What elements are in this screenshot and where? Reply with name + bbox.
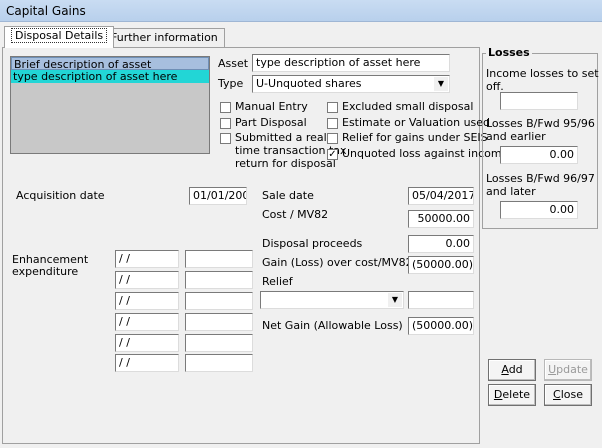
enhancement-amount-1[interactable]	[185, 250, 253, 268]
disposal-proceeds-input[interactable]: 0.00	[408, 235, 474, 253]
enhancement-label-line2: expenditure	[12, 265, 79, 278]
enhancement-date-5[interactable]: / /	[115, 334, 179, 352]
submitted-rtt-checkbox[interactable]	[220, 133, 231, 144]
losses-title: Losses	[486, 46, 532, 59]
net-gain-value: (50000.00)	[408, 317, 474, 335]
estimate-valuation-checkbox[interactable]	[327, 118, 338, 129]
relief-select[interactable]: ▼	[260, 291, 404, 309]
bfwd-9596-label-line2: and earlier	[486, 130, 546, 143]
checkmark-icon: ✓	[328, 149, 337, 160]
bfwd-9596-input[interactable]: 0.00	[500, 146, 578, 164]
tab-further-information[interactable]: Further information	[104, 28, 225, 48]
enhancement-amount-5[interactable]	[185, 334, 253, 352]
asset-list-item[interactable]: type description of asset here	[11, 70, 209, 83]
bfwd-9697-label-line1: Losses B/Fwd 96/97	[486, 172, 595, 185]
window-title: Capital Gains	[6, 4, 86, 18]
relief-seis-checkbox[interactable]	[327, 133, 338, 144]
manual-entry-checkbox[interactable]	[220, 102, 231, 113]
add-button-accel: A	[501, 363, 509, 376]
close-button[interactable]: Close	[544, 384, 592, 406]
update-button-label: pdate	[556, 363, 588, 376]
delete-button-label: elete	[502, 388, 531, 401]
add-button-label: dd	[508, 363, 523, 376]
relief-seis-label: Relief for gains under SEIS	[342, 131, 488, 144]
gain-loss-label: Gain (Loss) over cost/MV82	[262, 256, 413, 269]
enhancement-date-6[interactable]: / /	[115, 354, 179, 372]
bfwd-9596-label-line1: Losses B/Fwd 95/96	[486, 117, 595, 130]
part-disposal-checkbox[interactable]	[220, 118, 231, 129]
relief-label: Relief	[262, 275, 293, 288]
chevron-down-icon[interactable]: ▼	[434, 77, 448, 91]
bfwd-9697-input[interactable]: 0.00	[500, 201, 578, 219]
cost-input[interactable]: 50000.00	[408, 210, 474, 228]
enhancement-amount-6[interactable]	[185, 354, 253, 372]
asset-list-header: Brief description of asset	[11, 57, 209, 71]
unquoted-loss-checkbox[interactable]: ✓	[327, 149, 338, 160]
tab-disposal-details-label: Disposal Details	[11, 28, 108, 43]
income-losses-input[interactable]	[500, 92, 578, 110]
acquisition-date-input[interactable]: 01/01/2001	[189, 187, 247, 205]
type-label: Type	[218, 77, 244, 90]
cost-label: Cost / MV82	[262, 208, 329, 221]
gain-loss-value: (50000.00)	[408, 256, 474, 274]
asset-type-select[interactable]: U-Unquoted shares ▼	[252, 75, 450, 93]
acquisition-date-label: Acquisition date	[16, 189, 105, 202]
submitted-rtt-label-line1: Submitted a real	[235, 131, 327, 144]
bfwd-9697-label-line2: and later	[486, 185, 536, 198]
close-button-accel: C	[553, 388, 561, 401]
update-button-accel: U	[548, 363, 557, 376]
asset-label: Asset	[218, 57, 249, 70]
enhancement-date-4[interactable]: / /	[115, 313, 179, 331]
asset-type-value: U-Unquoted shares	[256, 77, 362, 90]
enhancement-date-3[interactable]: / /	[115, 292, 179, 310]
excluded-small-disposal-checkbox[interactable]	[327, 102, 338, 113]
submitted-rtt-label-line3: return for disposal	[235, 157, 336, 170]
income-losses-label-line1: Income losses to set	[486, 67, 599, 80]
enhancement-amount-4[interactable]	[185, 313, 253, 331]
part-disposal-label: Part Disposal	[235, 116, 307, 129]
sale-date-label: Sale date	[262, 189, 314, 202]
close-button-label: lose	[560, 388, 583, 401]
estimate-valuation-label: Estimate or Valuation used	[342, 116, 491, 129]
chevron-down-icon[interactable]: ▼	[388, 293, 402, 307]
sale-date-input[interactable]: 05/04/2017	[408, 187, 474, 205]
add-button[interactable]: Add	[488, 359, 536, 381]
tab-disposal-details[interactable]: Disposal Details	[4, 26, 115, 48]
relief-amount-input[interactable]	[408, 291, 474, 309]
asset-list[interactable]: Brief description of asset type descript…	[10, 56, 210, 154]
enhancement-date-1[interactable]: / /	[115, 250, 179, 268]
enhancement-amount-2[interactable]	[185, 271, 253, 289]
update-button[interactable]: Update	[544, 359, 592, 381]
tab-further-information-label: Further information	[111, 31, 218, 44]
enhancement-date-2[interactable]: / /	[115, 271, 179, 289]
asset-description-input[interactable]: type description of asset here	[252, 54, 450, 72]
excluded-small-disposal-label: Excluded small disposal	[342, 100, 474, 113]
window-title-bar: Capital Gains	[0, 0, 602, 22]
delete-button[interactable]: Delete	[488, 384, 536, 406]
enhancement-amount-3[interactable]	[185, 292, 253, 310]
disposal-proceeds-label: Disposal proceeds	[262, 237, 363, 250]
net-gain-label: Net Gain (Allowable Loss)	[262, 319, 403, 332]
manual-entry-label: Manual Entry	[235, 100, 308, 113]
